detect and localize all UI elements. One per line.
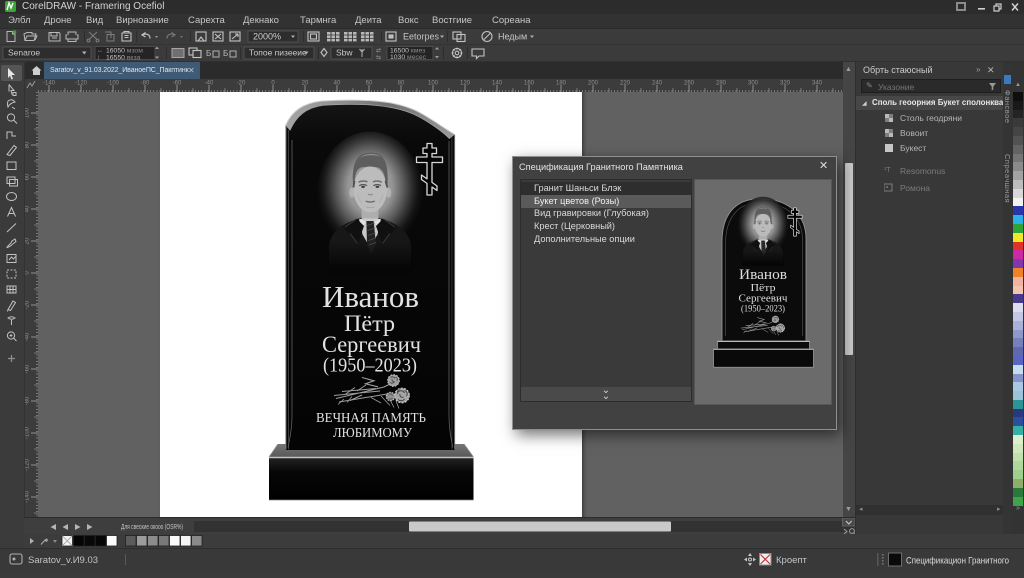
svg-text:-120: -120	[25, 458, 31, 471]
svg-text:Спецификацион Гранитного: Спецификацион Гранитного	[906, 556, 1009, 566]
svg-text:Ромона: Ромона	[900, 183, 930, 193]
svg-text:-60: -60	[25, 364, 31, 373]
svg-text:Б: Б	[206, 49, 211, 58]
svg-text:240: 240	[652, 81, 663, 87]
svg-text:100: 100	[25, 107, 31, 118]
svg-text:200: 200	[588, 81, 599, 87]
svg-text:80: 80	[25, 141, 31, 148]
svg-text:160: 160	[524, 81, 535, 87]
svg-text:220: 220	[620, 81, 631, 87]
svg-text:-40: -40	[205, 81, 214, 87]
svg-text:60: 60	[366, 81, 373, 87]
svg-text:Кроепт: Кроепт	[776, 555, 808, 566]
svg-text:Сергеевич: Сергеевич	[322, 332, 421, 357]
svg-text:-80: -80	[25, 396, 31, 405]
svg-text:16550 вкза: 16550 вкза	[106, 55, 141, 62]
svg-text:¹T: ¹T	[884, 167, 891, 174]
svg-text:80: 80	[398, 81, 405, 87]
svg-text:20: 20	[302, 81, 309, 87]
svg-text:Eetorpes: Eetorpes	[403, 32, 440, 42]
svg-text:Топое пизееие: Топое пизееие	[249, 48, 307, 58]
svg-text:0: 0	[271, 81, 275, 87]
svg-text:320: 320	[780, 81, 791, 87]
svg-text:40: 40	[25, 205, 31, 212]
svg-text:340: 340	[812, 81, 823, 87]
svg-text:(1950–2023): (1950–2023)	[741, 304, 785, 314]
svg-text:Б: Б	[223, 49, 228, 58]
svg-text:Иванов: Иванов	[739, 267, 787, 283]
svg-text:Sbw: Sbw	[336, 48, 353, 58]
svg-text:140: 140	[492, 81, 503, 87]
svg-text:2000%: 2000%	[253, 32, 281, 42]
svg-text:-140: -140	[43, 81, 56, 87]
svg-text:180: 180	[556, 81, 567, 87]
svg-text:20: 20	[25, 237, 31, 244]
svg-text:-80: -80	[141, 81, 150, 87]
svg-text:Иванов: Иванов	[322, 279, 419, 314]
svg-text:-140: -140	[25, 490, 31, 503]
svg-text:300: 300	[748, 81, 759, 87]
svg-text:0: 0	[25, 271, 31, 275]
svg-text:↔: ↔	[97, 48, 103, 54]
svg-text:⇄: ⇄	[376, 47, 381, 54]
svg-text:Saratov_v.И9.03: Saratov_v.И9.03	[28, 555, 98, 566]
svg-text:Пётр: Пётр	[751, 283, 776, 294]
svg-text:Resomonus: Resomonus	[900, 166, 945, 176]
svg-text:-100: -100	[25, 426, 31, 439]
svg-text:Недым: Недым	[498, 32, 527, 42]
svg-text:-120: -120	[75, 81, 88, 87]
svg-text:40: 40	[334, 81, 341, 87]
svg-text:Senaroe: Senaroe	[8, 48, 40, 58]
svg-text:(1950–2023): (1950–2023)	[323, 355, 417, 377]
svg-text:ВЕЧНАЯ ПАМЯТЬ: ВЕЧНАЯ ПАМЯТЬ	[316, 411, 426, 426]
svg-text:16050 мзом: 16050 мзом	[106, 48, 143, 55]
svg-text:-20: -20	[237, 81, 246, 87]
svg-text:280: 280	[716, 81, 727, 87]
svg-text:Для свеские окооо (ОSR%): Для свеские окооо (ОSR%)	[121, 524, 183, 531]
svg-text:⇆: ⇆	[376, 54, 381, 61]
svg-text:1030 месес: 1030 месес	[390, 54, 427, 61]
svg-text:-100: -100	[107, 81, 120, 87]
svg-text:-40: -40	[25, 332, 31, 341]
svg-text:100: 100	[428, 81, 439, 87]
svg-text:60: 60	[25, 173, 31, 180]
svg-text:260: 260	[684, 81, 695, 87]
svg-text:120: 120	[460, 81, 471, 87]
svg-text:Столь геодряни: Столь геодряни	[900, 113, 962, 123]
svg-text:Вовоит: Вовоит	[900, 128, 928, 138]
svg-text:↕: ↕	[97, 55, 100, 61]
svg-text:Букест: Букест	[900, 143, 926, 153]
svg-text:ЛЮБИМОМУ: ЛЮБИМОМУ	[333, 426, 412, 441]
svg-text:-60: -60	[173, 81, 182, 87]
svg-text:-20: -20	[25, 300, 31, 309]
